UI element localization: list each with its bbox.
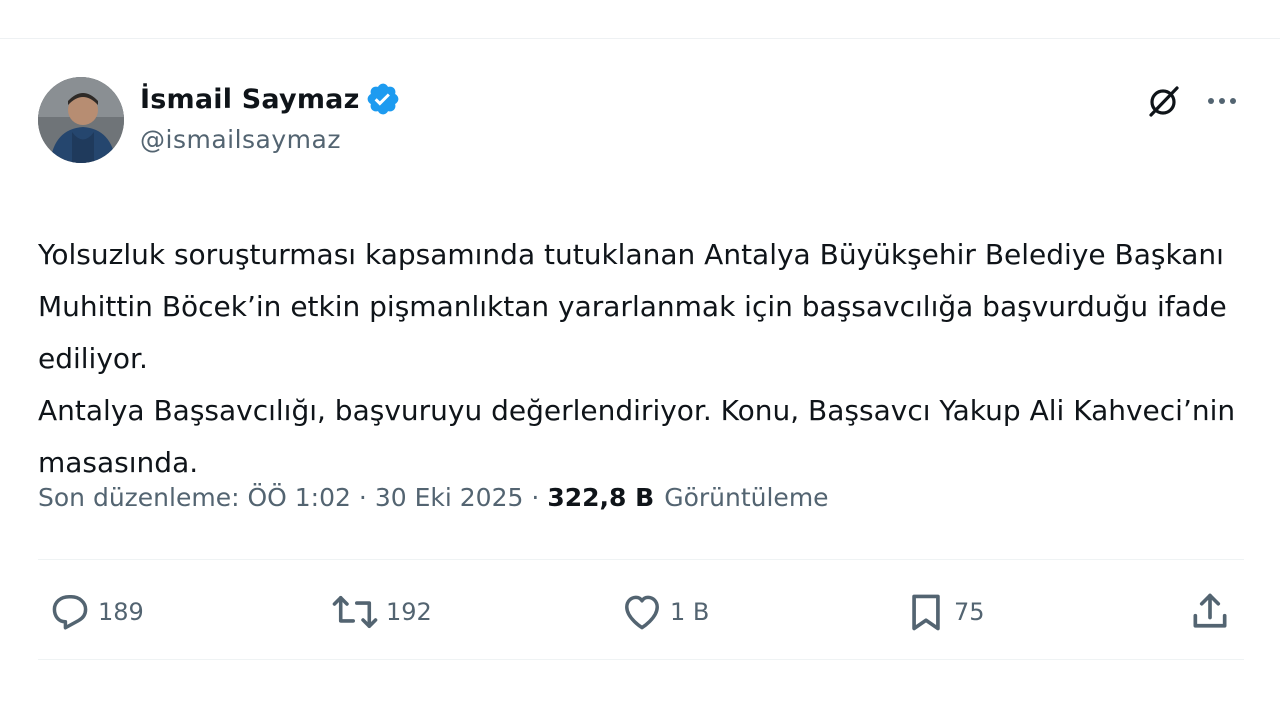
tweet-card: İsmail Saymaz @ismailsaymaz Yolsuzluk so… xyxy=(0,38,1280,669)
reply-icon xyxy=(52,595,88,630)
bookmark-icon xyxy=(912,594,940,631)
repost-button[interactable]: 192 xyxy=(330,584,432,640)
author-name-row: İsmail Saymaz xyxy=(140,81,401,117)
avatar[interactable] xyxy=(38,77,124,163)
tweet-date[interactable]: 30 Eki 2025 xyxy=(375,483,524,512)
tweet-action-bar: 189 192 1 B 75 xyxy=(38,584,1244,640)
reply-button[interactable]: 189 xyxy=(48,584,144,640)
author-display-name[interactable]: İsmail Saymaz xyxy=(140,84,359,115)
tweet-text: Yolsuzluk soruşturması kapsamında tutukl… xyxy=(38,229,1238,489)
verified-badge-icon xyxy=(365,81,401,117)
edited-timestamp[interactable]: Son düzenleme: ÖÖ 1:02 xyxy=(38,483,351,512)
bookmark-button[interactable]: 75 xyxy=(904,584,985,640)
bookmark-count: 75 xyxy=(954,598,985,626)
more-icon[interactable] xyxy=(1204,83,1240,123)
like-count: 1 B xyxy=(670,598,710,626)
share-button[interactable] xyxy=(1188,584,1232,640)
meta-separator: · xyxy=(531,483,540,512)
author-handle[interactable]: @ismailsaymaz xyxy=(140,125,341,154)
like-button[interactable]: 1 B xyxy=(620,584,709,640)
repost-icon xyxy=(332,595,378,629)
tweet-top-actions xyxy=(1146,83,1240,123)
tweet-paragraph: Yolsuzluk soruşturması kapsamında tutukl… xyxy=(38,238,1227,375)
grok-icon[interactable] xyxy=(1146,83,1182,123)
reply-count: 189 xyxy=(98,598,144,626)
repost-count: 192 xyxy=(386,598,432,626)
meta-separator: · xyxy=(358,483,367,512)
views-count: 322,8 B xyxy=(547,483,655,512)
share-icon xyxy=(1193,593,1227,628)
heart-icon xyxy=(625,595,659,630)
tweet-paragraph: Antalya Başsavcılığı, başvuruyu değerlen… xyxy=(38,394,1236,479)
avatar-image xyxy=(38,77,124,163)
divider xyxy=(38,559,1244,560)
views-label: Görüntüleme xyxy=(664,483,829,512)
divider xyxy=(38,659,1244,660)
tweet-meta: Son düzenleme: ÖÖ 1:02 · 30 Eki 2025 · 3… xyxy=(38,483,829,512)
